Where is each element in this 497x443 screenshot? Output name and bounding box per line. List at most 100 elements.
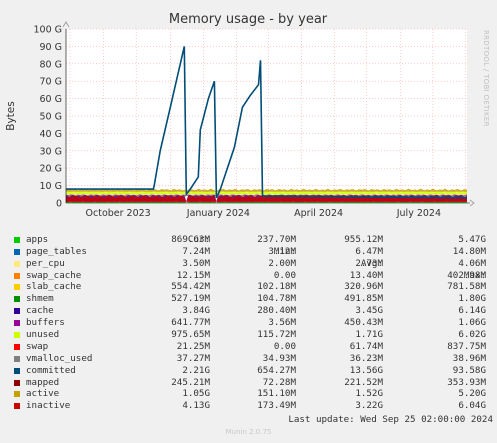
legend-avg: 36.23M bbox=[349, 352, 383, 364]
legend-avg: 13.40M bbox=[349, 269, 383, 281]
legend-min: 654.27M bbox=[257, 364, 296, 376]
legend-row-buffers: buffers 641.77M 3.56M 450.43M 1.06G bbox=[12, 317, 490, 329]
legend-cur: 2.21G bbox=[182, 364, 210, 376]
legend-min: 102.18M bbox=[257, 281, 296, 293]
legend-cur: 869.63M bbox=[171, 233, 210, 245]
legend-name: swap bbox=[26, 340, 49, 352]
legend-max: 6.02G bbox=[458, 329, 486, 341]
legend-name: vmalloc_used bbox=[26, 352, 93, 364]
legend-cur: 4.13G bbox=[182, 400, 210, 412]
y-axis-label: Bytes bbox=[5, 101, 17, 130]
y-axis: 0 10 G 20 G 30 G 40 G 50 G 60 G 70 G 80 G 90 G 100… bbox=[33, 25, 62, 210]
legend-min: 0.00 bbox=[273, 269, 296, 281]
legend-swatch bbox=[14, 379, 20, 386]
legend-name: shmem bbox=[26, 293, 54, 305]
legend-avg: 2.73M bbox=[355, 257, 383, 269]
y-tick-label: 50 G bbox=[40, 112, 62, 123]
legend-max: 38.96M bbox=[452, 352, 486, 364]
legend: Cur: Min: Avg: Max: apps 869.63M 237.70M 95… bbox=[12, 222, 490, 412]
legend-max: 837.75M bbox=[447, 340, 486, 352]
legend-cur: 641.77M bbox=[171, 317, 210, 329]
x-tick-label: July 2024 bbox=[396, 208, 441, 219]
legend-avg: 320.96M bbox=[344, 281, 383, 293]
legend-avg: 221.52M bbox=[344, 376, 383, 388]
legend-avg: 955.12M bbox=[344, 233, 383, 245]
legend-name: per_cpu bbox=[26, 257, 65, 269]
legend-name: apps bbox=[26, 233, 49, 245]
x-axis: October 2023 January 2024 April 2024 July 2… bbox=[86, 208, 442, 219]
legend-min: 34.93M bbox=[262, 352, 296, 364]
legend-max: 1.80G bbox=[458, 293, 486, 305]
legend-row-active: active 1.05G 151.10M 1.52G 5.20G bbox=[12, 388, 490, 400]
legend-min: 173.49M bbox=[257, 400, 296, 412]
x-tick-label: April 2024 bbox=[294, 208, 343, 219]
y-tick-label: 100 G bbox=[33, 25, 62, 36]
legend-row-mapped: mapped 245.21M 72.28M 221.52M 353.93M bbox=[12, 377, 490, 389]
last-update: Last update: Wed Sep 25 02:00:00 2024 bbox=[288, 414, 493, 425]
legend-row-per_cpu: per_cpu 3.50M 2.00M 2.73M 4.06M bbox=[12, 258, 490, 270]
legend-swatch bbox=[14, 355, 20, 362]
legend-avg: 13.56G bbox=[349, 364, 383, 376]
legend-swatch bbox=[14, 260, 20, 267]
y-tick-label: 40 G bbox=[40, 129, 62, 140]
legend-min: 280.40M bbox=[257, 305, 296, 317]
legend-max: 5.20G bbox=[458, 388, 486, 400]
legend-swatch bbox=[14, 367, 20, 374]
legend-max: 353.93M bbox=[447, 376, 486, 388]
y-tick-label: 60 G bbox=[40, 94, 62, 105]
legend-avg: 61.74M bbox=[349, 340, 383, 352]
legend-row-cache: cache 3.84G 280.40M 3.45G 6.14G bbox=[12, 305, 490, 317]
legend-cur: 37.27M bbox=[176, 352, 210, 364]
legend-swatch bbox=[14, 272, 20, 279]
legend-avg: 6.47M bbox=[355, 245, 383, 257]
legend-avg: 1.52G bbox=[355, 388, 383, 400]
legend-min: 151.10M bbox=[257, 388, 296, 400]
legend-max: 1.06G bbox=[458, 317, 486, 329]
legend-swatch bbox=[14, 236, 20, 243]
legend-cur: 245.21M bbox=[171, 376, 210, 388]
legend-row-slab_cache: slab_cache 554.42M 102.18M 320.96M 781.58M bbox=[12, 281, 490, 293]
legend-name: committed bbox=[26, 364, 76, 376]
legend-name: cache bbox=[26, 305, 54, 317]
legend-max: 6.14G bbox=[458, 305, 486, 317]
legend-max: 5.47G bbox=[458, 233, 486, 245]
y-tick-label: 10 G bbox=[40, 181, 62, 192]
legend-name: slab_cache bbox=[26, 281, 82, 293]
legend-swatch bbox=[14, 284, 20, 291]
legend-row-vmalloc_used: vmalloc_used 37.27M 34.93M 36.23M 38.96M bbox=[12, 353, 490, 365]
legend-row-shmem: shmem 527.19M 104.78M 491.85M 1.80G bbox=[12, 293, 490, 305]
legend-min: 0.00 bbox=[273, 340, 296, 352]
legend-min: 104.78M bbox=[257, 293, 296, 305]
legend-header: Cur: Min: Avg: Max: bbox=[12, 222, 490, 281]
legend-cur: 975.65M bbox=[171, 329, 210, 341]
legend-min: 237.70M bbox=[257, 233, 296, 245]
legend-swatch bbox=[14, 248, 20, 255]
legend-cur: 3.50M bbox=[182, 257, 210, 269]
legend-max: 6.04G bbox=[458, 400, 486, 412]
legend-max: 4.06M bbox=[458, 257, 486, 269]
legend-name: active bbox=[26, 388, 60, 400]
legend-name: buffers bbox=[26, 317, 65, 329]
legend-cur: 1.05G bbox=[182, 388, 210, 400]
legend-name: page_tables bbox=[26, 245, 87, 257]
legend-swatch bbox=[14, 308, 20, 315]
y-tick-label: 90 G bbox=[40, 42, 62, 53]
x-axis-arrow bbox=[469, 199, 475, 207]
legend-row-unused: unused 975.65M 115.72M 1.71G 6.02G bbox=[12, 329, 490, 341]
legend-swatch bbox=[14, 403, 20, 410]
legend-max: 402.98M bbox=[447, 269, 486, 281]
legend-cur: 554.42M bbox=[171, 281, 210, 293]
legend-avg: 450.43M bbox=[344, 317, 383, 329]
legend-row-committed: committed 2.21G 654.27M 13.56G 93.58G bbox=[12, 365, 490, 377]
legend-cur: 21.25M bbox=[176, 340, 210, 352]
legend-avg: 3.22G bbox=[355, 400, 383, 412]
x-tick-label: January 2024 bbox=[186, 208, 250, 219]
legend-cur: 7.24M bbox=[182, 245, 210, 257]
legend-rows: apps 869.63M 237.70M 955.12M 5.47G page_table… bbox=[12, 234, 490, 412]
legend-row-swap: swap 21.25M 0.00 61.74M 837.75M bbox=[12, 341, 490, 353]
legend-row-swap_cache: swap_cache 12.15M 0.00 13.40M 402.98M bbox=[12, 270, 490, 282]
legend-avg: 1.71G bbox=[355, 329, 383, 341]
footer-version: Munin 2.0.75 bbox=[225, 428, 272, 436]
legend-name: swap_cache bbox=[26, 269, 82, 281]
legend-min: 3.56M bbox=[268, 317, 296, 329]
